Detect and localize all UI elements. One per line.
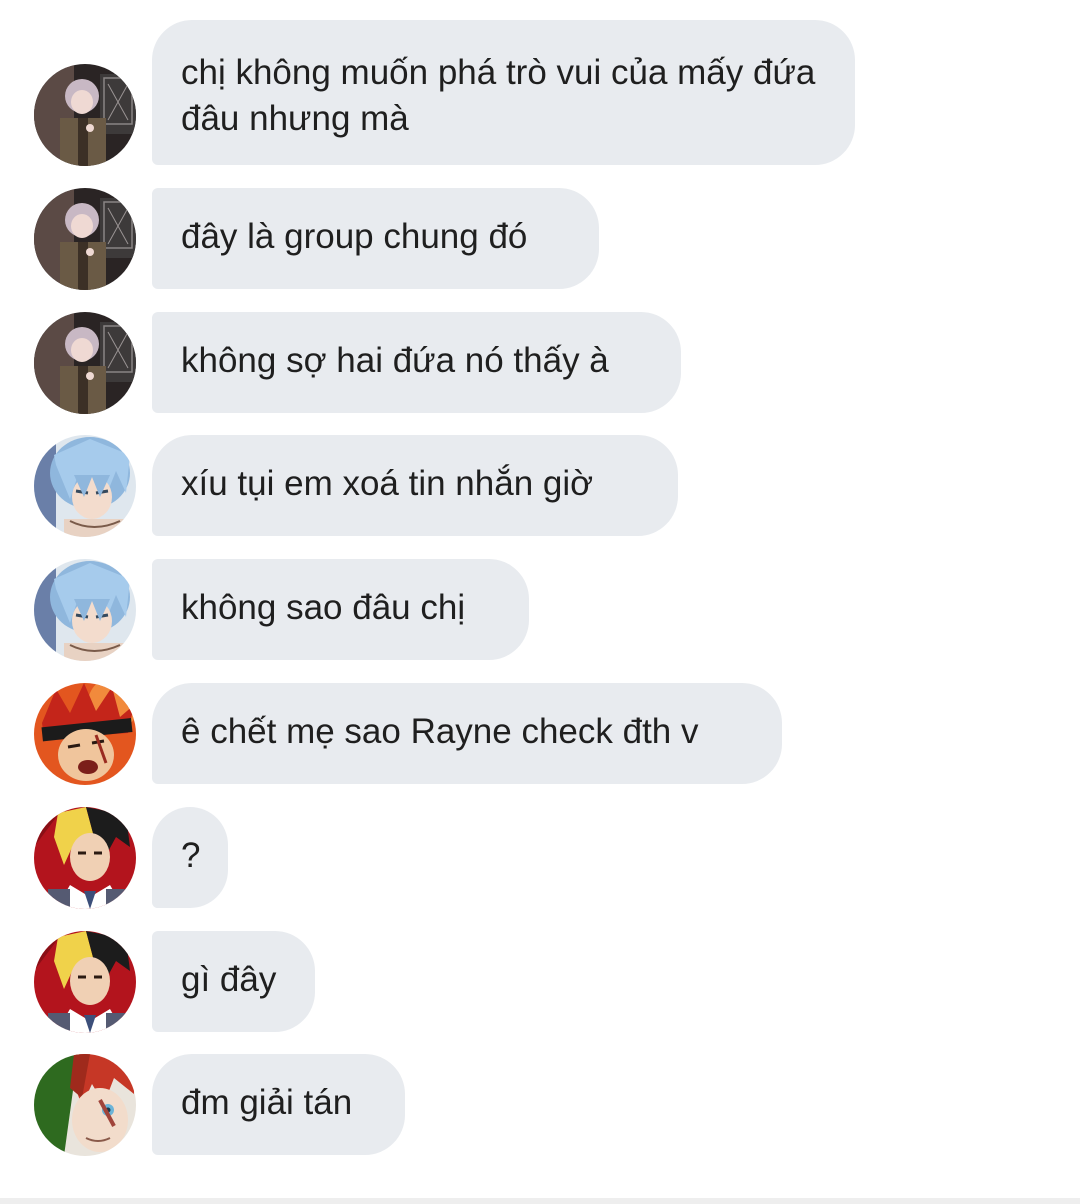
blonde-black-hair-avatar[interactable]: [34, 807, 136, 909]
message-bubble[interactable]: ?: [152, 807, 228, 908]
blue-hair-avatar[interactable]: [34, 559, 136, 661]
message-text: chị không muốn phá trò vui của mấy đứa đ…: [181, 53, 816, 138]
blue-hair-avatar[interactable]: [34, 435, 136, 537]
message-bubble[interactable]: ê chết mẹ sao Rayne check đth v: [152, 683, 782, 784]
avatar-image: [34, 435, 136, 537]
avatar-image: [34, 1054, 136, 1156]
message-text: xíu tụi em xoá tin nhắn giờ: [181, 464, 594, 503]
message-text: đây là group chung đó: [181, 217, 528, 256]
avatar-image: [34, 312, 136, 414]
red-hair-headband-avatar[interactable]: [34, 683, 136, 785]
message-text: đm giải tán: [181, 1083, 353, 1122]
message-bubble[interactable]: không sao đâu chị: [152, 559, 529, 660]
chat-thread: chị không muốn phá trò vui của mấy đứa đ…: [0, 0, 1080, 1204]
message-bubble[interactable]: không sợ hai đứa nó thấy à: [152, 312, 681, 413]
avatar-image: [34, 559, 136, 661]
message-bubble[interactable]: gì đây: [152, 931, 315, 1032]
bottom-divider: [0, 1198, 1080, 1204]
message-bubble[interactable]: đm giải tán: [152, 1054, 405, 1155]
silver-hair-avatar[interactable]: [34, 312, 136, 414]
silver-hair-avatar[interactable]: [34, 188, 136, 290]
red-white-hair-avatar[interactable]: [34, 1054, 136, 1156]
avatar-image: [34, 188, 136, 290]
avatar-image: [34, 807, 136, 909]
message-text: không sợ hai đứa nó thấy à: [181, 341, 609, 380]
avatar-image: [34, 64, 136, 166]
message-bubble[interactable]: xíu tụi em xoá tin nhắn giờ: [152, 435, 678, 536]
silver-hair-avatar[interactable]: [34, 64, 136, 166]
message-text: ê chết mẹ sao Rayne check đth v: [181, 712, 699, 751]
message-text: gì đây: [181, 960, 277, 999]
blonde-black-hair-avatar[interactable]: [34, 931, 136, 1033]
message-text: ?: [181, 836, 201, 875]
avatar-image: [34, 931, 136, 1033]
message-bubble[interactable]: chị không muốn phá trò vui của mấy đứa đ…: [152, 20, 855, 165]
message-text: không sao đâu chị: [181, 588, 466, 627]
avatar-image: [34, 683, 136, 785]
message-bubble[interactable]: đây là group chung đó: [152, 188, 599, 289]
